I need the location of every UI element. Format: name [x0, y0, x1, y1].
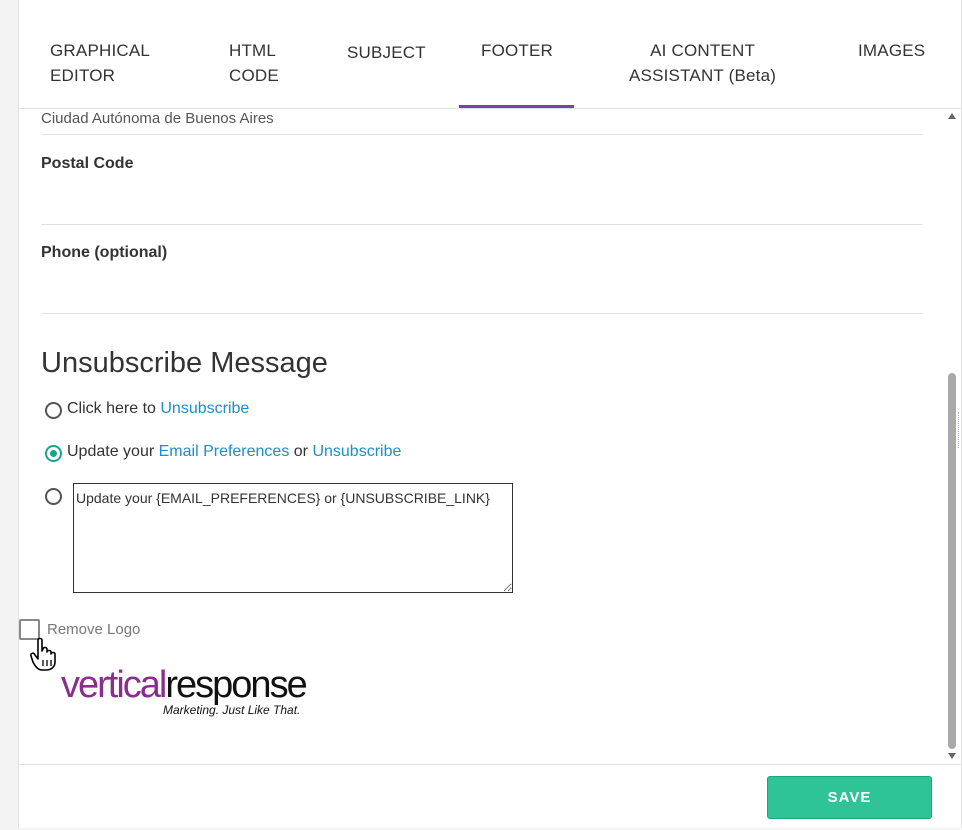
phone-label: Phone (optional) — [41, 244, 168, 261]
tab-bar: GRAPHICAL EDITOR HTML CODE SUBJECT FOOTE… — [19, 0, 962, 109]
unsubscribe-option-2-radio[interactable] — [45, 445, 62, 462]
email-preferences-link[interactable]: Email Preferences — [159, 443, 290, 460]
hand-pointer-icon — [29, 636, 65, 677]
tab-html-code-line2: CODE — [229, 66, 279, 85]
tab-ai-line2: ASSISTANT (Beta) — [629, 66, 777, 85]
unsubscribe-option-1-radio[interactable] — [45, 402, 62, 419]
option-2-prefix: Update your — [67, 443, 159, 460]
postal-code-input[interactable] — [41, 179, 923, 223]
triangle-up-icon[interactable] — [948, 113, 956, 119]
resize-grip[interactable] — [958, 412, 962, 448]
tab-subject[interactable]: SUBJECT — [347, 40, 426, 65]
save-button[interactable]: SAVE — [767, 776, 932, 819]
logo-tagline: Marketing. Just Like That. — [163, 703, 301, 717]
divider — [41, 134, 923, 135]
scrollbar-thumb[interactable] — [948, 373, 956, 749]
action-footer: SAVE — [19, 764, 962, 828]
tab-graphical-editor-line1: GRAPHICAL — [50, 41, 151, 60]
tab-graphical-editor[interactable]: GRAPHICAL EDITOR — [50, 38, 150, 88]
state-value[interactable]: Ciudad Autónoma de Buenos Aires — [41, 110, 274, 127]
postal-code-label: Postal Code — [41, 155, 134, 172]
tab-footer[interactable]: FOOTER — [481, 38, 553, 63]
tab-html-code-line1: HTML — [229, 41, 277, 60]
tab-ai-content-assistant[interactable]: AI CONTENT ASSISTANT (Beta) — [629, 38, 776, 88]
logo-part-response: response — [165, 664, 307, 706]
unsubscribe-option-custom-radio[interactable] — [45, 488, 62, 505]
unsubscribe-section-title: Unsubscribe Message — [41, 347, 328, 379]
option-1-prefix: Click here to — [67, 400, 161, 417]
option-2-middle: or — [289, 443, 313, 460]
custom-unsubscribe-textarea[interactable] — [73, 483, 513, 593]
phone-input[interactable] — [41, 269, 923, 313]
tab-graphical-editor-line2: EDITOR — [50, 66, 116, 85]
footer-editor-panel: GRAPHICAL EDITOR HTML CODE SUBJECT FOOTE… — [18, 0, 962, 828]
tab-images[interactable]: IMAGES — [858, 38, 925, 63]
verticalresponse-logo: verticalresponse Marketing. Just Like Th… — [61, 664, 308, 717]
tab-html-code[interactable]: HTML CODE — [229, 38, 279, 88]
unsubscribe-option-1-label[interactable]: Click here to Unsubscribe — [67, 400, 249, 418]
active-tab-indicator — [459, 105, 574, 108]
vertical-scrollbar[interactable] — [945, 109, 959, 764]
unsubscribe-link[interactable]: Unsubscribe — [160, 400, 249, 417]
tab-ai-line1: AI CONTENT — [650, 41, 756, 60]
divider — [41, 224, 923, 225]
unsubscribe-option-2-label[interactable]: Update your Email Preferences or Unsubsc… — [67, 443, 401, 461]
logo-part-vertical: vertical — [61, 664, 167, 706]
footer-form-scroll-area[interactable]: Ciudad Autónoma de Buenos Aires Postal C… — [19, 109, 962, 764]
divider — [41, 313, 923, 314]
triangle-down-icon[interactable] — [948, 753, 956, 759]
unsubscribe-link[interactable]: Unsubscribe — [312, 443, 401, 460]
